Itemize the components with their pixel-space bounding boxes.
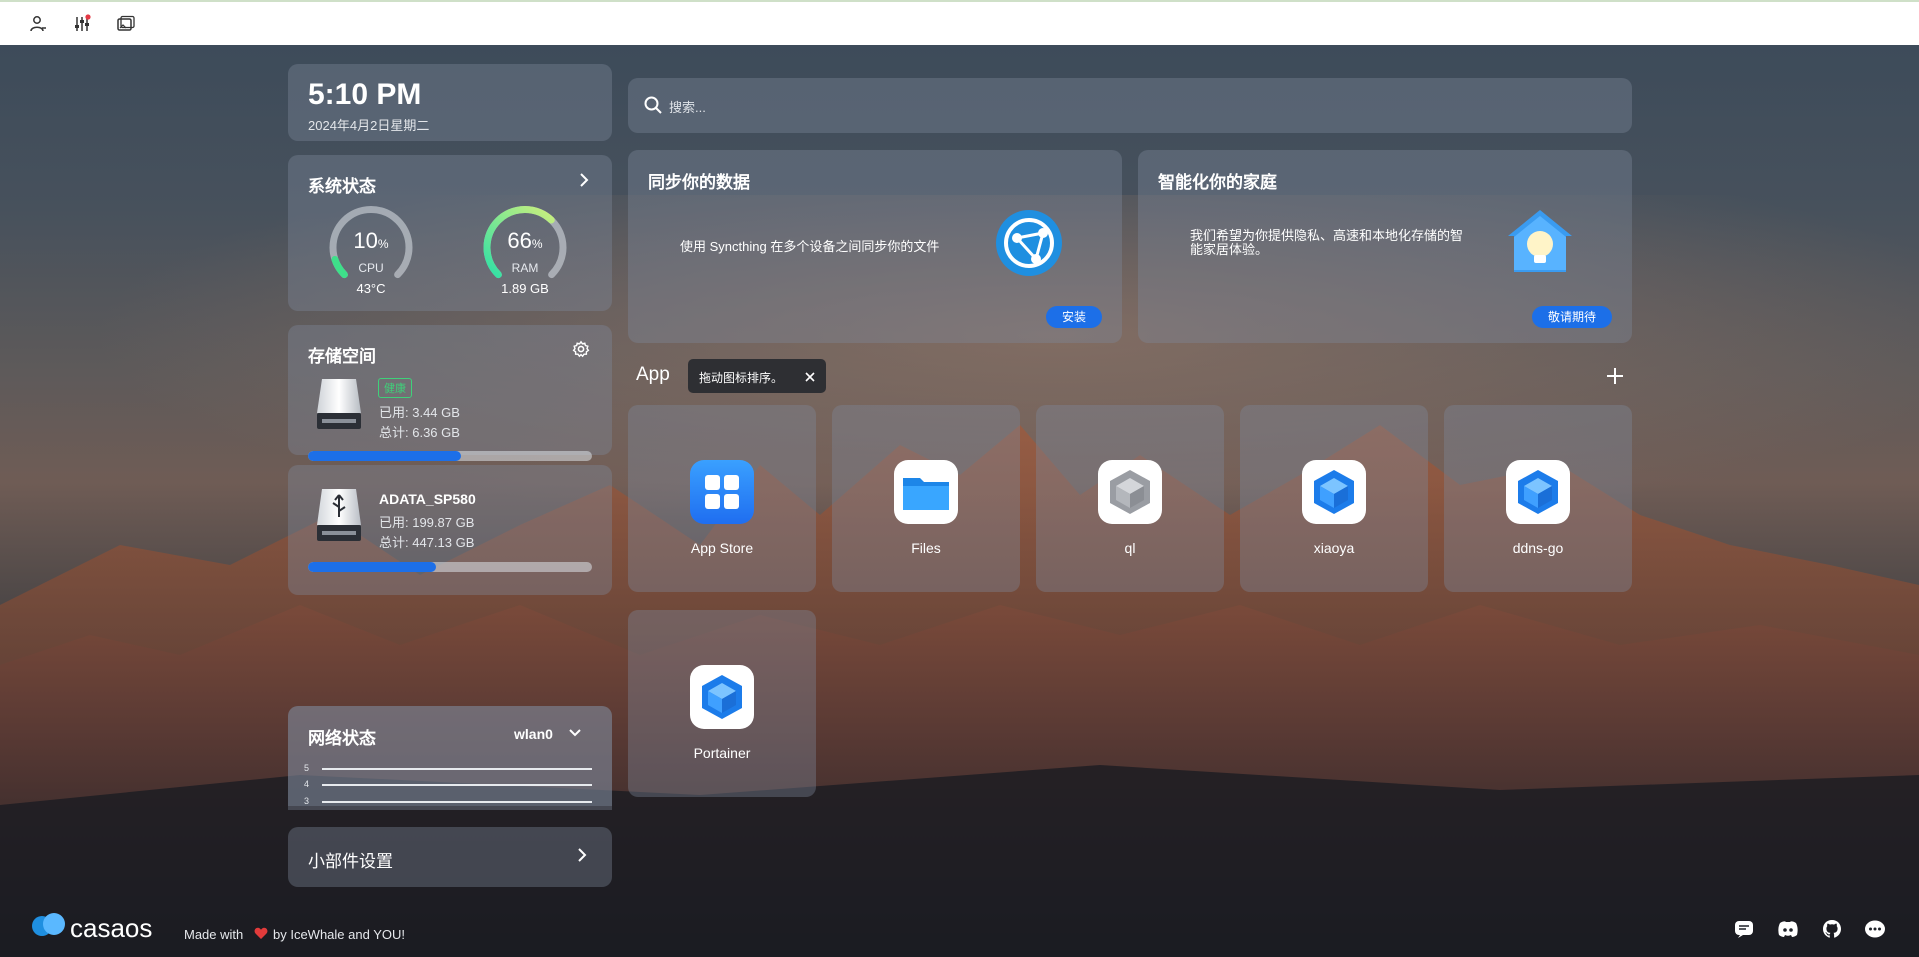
images-icon[interactable] xyxy=(116,14,136,34)
add-app-icon[interactable] xyxy=(1605,366,1625,391)
coming-soon-button[interactable]: 敬请期待 xyxy=(1532,306,1612,328)
disk-usage-bar xyxy=(308,562,592,572)
health-badge: 健康 xyxy=(378,378,412,398)
casaos-logo: casaos xyxy=(70,913,153,943)
sync-promo-description: 使用 Syncthing 在多个设备之间同步你的文件 xyxy=(680,239,940,254)
app-tile-ql[interactable]: ql xyxy=(1036,405,1224,592)
clock-date: 2024年4月2日星期二 xyxy=(308,118,430,133)
app-label: Files xyxy=(911,540,941,556)
app-label: Portainer xyxy=(693,745,751,761)
cube-icon xyxy=(1506,460,1570,524)
system-status-title: 系统状态 xyxy=(308,177,376,196)
clock-widget: 5:10 PM 2024年4月2日星期二 xyxy=(288,64,612,141)
tooltip: 拖动图标排序。 xyxy=(688,359,826,393)
smart-home-promo-description: 我们希望为你提供隐私、高速和本地化存储的智 xyxy=(1190,228,1464,243)
sync-promo-title: 同步你的数据 xyxy=(648,173,750,192)
cpu-label: CPU xyxy=(358,261,384,275)
syncthing-icon xyxy=(994,208,1064,283)
app-tile-portainer[interactable]: Portainer xyxy=(628,610,816,797)
smart-home-bulb-icon xyxy=(1504,206,1576,283)
network-gridline xyxy=(322,768,592,770)
app-label: ddns-go xyxy=(1512,540,1564,556)
network-title: 网络状态 xyxy=(308,729,376,748)
storage-disk-widget: ADATA_SP580 已用: 199.87 GB 总计: 447.13 GB xyxy=(288,465,612,595)
disk-used: 已用: 199.87 GB xyxy=(379,515,475,530)
app-tile-app-store[interactable]: App Store xyxy=(628,405,816,592)
apps-section-title: App xyxy=(636,364,670,385)
sync-promo-card: 同步你的数据 使用 Syncthing 在多个设备之间同步你的文件 安装 xyxy=(628,150,1122,343)
sliders-icon[interactable] xyxy=(72,14,92,34)
search-input[interactable]: 搜索... xyxy=(669,97,706,116)
network-status-widget: 网络状态 wlan0 5 4 3 xyxy=(288,706,612,810)
network-gridline xyxy=(322,784,592,786)
casaos-logo-icon xyxy=(30,912,70,943)
cpu-value: 10 xyxy=(353,228,378,253)
cpu-unit: % xyxy=(377,237,389,251)
top-toolbar xyxy=(0,0,1919,45)
cube-icon xyxy=(1098,460,1162,524)
app-label: ql xyxy=(1124,540,1136,556)
github-icon[interactable] xyxy=(1822,919,1842,944)
disk-total: 总计: 447.13 GB xyxy=(379,535,475,550)
search-icon xyxy=(643,95,663,120)
network-tick: 5 xyxy=(304,763,310,773)
disk-usage-bar xyxy=(308,451,592,461)
network-tick: 4 xyxy=(304,779,310,789)
cube-icon xyxy=(1302,460,1366,524)
chevron-down-icon[interactable] xyxy=(567,725,583,746)
chat-icon[interactable] xyxy=(1864,919,1886,944)
app-label: xiaoya xyxy=(1313,540,1355,556)
app-store-icon xyxy=(690,460,754,524)
widget-settings-label: 小部件设置 xyxy=(308,852,393,871)
app-tile-files[interactable]: Files xyxy=(832,405,1020,592)
footer-credit: by IceWhale and YOU! xyxy=(273,927,405,942)
smart-home-promo-description: 能家居体验。 xyxy=(1190,242,1269,257)
widget-settings-button[interactable]: 小部件设置 xyxy=(288,827,612,887)
ram-used: 1.89 GB xyxy=(501,281,549,296)
search-bar[interactable]: 搜索... xyxy=(628,78,1632,133)
ram-label: RAM xyxy=(511,261,539,275)
footer-made-with: Made with xyxy=(184,927,244,942)
app-tile-xiaoya[interactable]: xiaoya xyxy=(1240,405,1428,592)
cube-icon xyxy=(690,665,754,729)
app-label: App Store xyxy=(690,540,754,556)
disk-used: 已用: 3.44 GB xyxy=(379,405,460,420)
close-icon[interactable] xyxy=(804,370,816,388)
ram-unit: % xyxy=(531,237,543,251)
storage-title: 存储空间 xyxy=(308,347,376,366)
network-tick: 3 xyxy=(304,796,310,806)
system-status-widget: 系统状态 10% CPU 43°C 66% RAM 1.89 GB xyxy=(288,155,612,311)
feedback-icon[interactable] xyxy=(1734,919,1754,944)
storage-widget: 存储空间 健康 已用: 3.44 GB 总计: 6.36 GB xyxy=(288,325,612,461)
cpu-temperature: 43°C xyxy=(356,281,386,296)
disk-name: ADATA_SP580 xyxy=(379,491,476,507)
app-tile-ddns-go[interactable]: ddns-go xyxy=(1444,405,1632,592)
user-settings-icon[interactable] xyxy=(28,14,48,34)
chevron-right-icon xyxy=(574,847,590,868)
disk-total: 总计: 6.36 GB xyxy=(379,425,460,440)
ram-value: 66 xyxy=(507,228,532,253)
network-gridline xyxy=(322,801,592,803)
smart-home-promo-title: 智能化你的家庭 xyxy=(1158,173,1277,192)
tooltip-text: 拖动图标排序。 xyxy=(699,371,784,385)
network-interface-select[interactable]: wlan0 xyxy=(514,726,553,742)
clock-time: 5:10 PM xyxy=(308,78,422,111)
folder-icon xyxy=(894,460,958,524)
smart-home-promo-card: 智能化你的家庭 我们希望为你提供隐私、高速和本地化存储的智 能家居体验。 敬请期… xyxy=(1138,150,1632,343)
install-button[interactable]: 安装 xyxy=(1046,306,1102,328)
disk-usage-fill xyxy=(308,562,436,572)
disk-usage-fill xyxy=(308,451,462,461)
discord-icon[interactable] xyxy=(1777,919,1799,944)
heart-icon xyxy=(254,927,268,945)
